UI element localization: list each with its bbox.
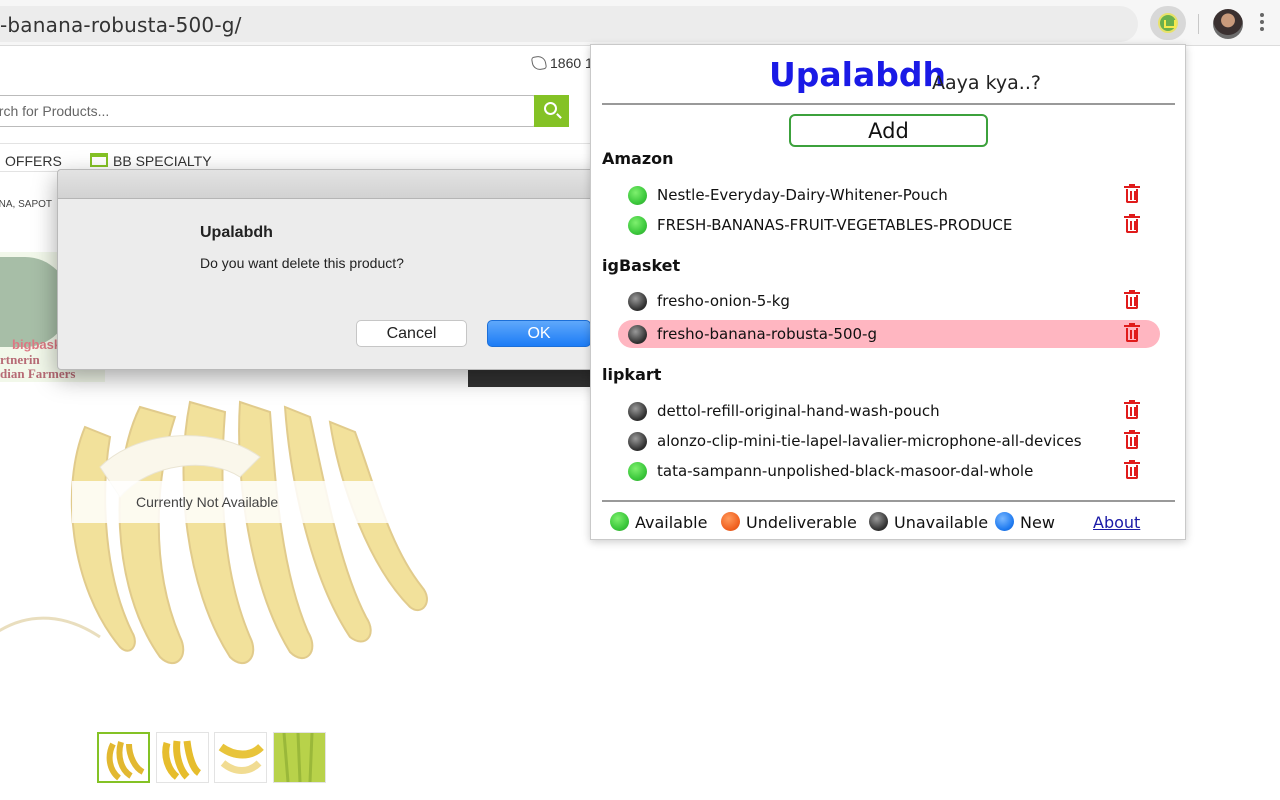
available-legend-icon: [610, 512, 629, 531]
toolbar-divider: [1198, 14, 1199, 34]
available-status-icon: [628, 216, 647, 235]
thumbnail-3[interactable]: [214, 732, 267, 783]
profile-avatar[interactable]: [1213, 9, 1243, 39]
address-bar[interactable]: -banana-robusta-500-g/: [0, 6, 1138, 42]
new-legend-icon: [995, 512, 1014, 531]
trash-icon[interactable]: [1124, 323, 1140, 343]
unavailable-status-icon: [628, 402, 647, 421]
url-text: -banana-robusta-500-g/: [0, 13, 242, 37]
section-bigbasket: igBasket: [602, 256, 681, 275]
thumbnail-4[interactable]: [273, 732, 326, 783]
trash-icon[interactable]: [1124, 400, 1140, 420]
trash-icon[interactable]: [1124, 290, 1140, 310]
dialog-titlebar[interactable]: [58, 170, 616, 199]
unavailable-legend-icon: [869, 512, 888, 531]
banana-product-image: [0, 400, 428, 664]
trash-icon[interactable]: [1124, 214, 1140, 234]
availability-banner: Currently Not Available: [72, 481, 452, 523]
popup-tagline: Aaya kya..?: [932, 72, 1041, 94]
popup-brand: Upalabdh: [769, 55, 947, 94]
availability-text: Currently Not Available: [136, 494, 279, 510]
add-to-basket-button[interactable]: [468, 367, 590, 387]
unavailable-status-icon: [628, 432, 647, 451]
phone-number: 1860 1: [530, 54, 593, 72]
product-item[interactable]: FRESH-BANANAS-FRUIT-VEGETABLES-PRODUCE: [618, 211, 1158, 239]
trash-icon[interactable]: [1124, 430, 1140, 450]
store-icon: [90, 153, 108, 167]
browser-toolbar: -banana-robusta-500-g/: [0, 0, 1280, 46]
nav-bb-specialty[interactable]: BB SPECIALTY: [90, 153, 212, 169]
trash-icon[interactable]: [1124, 184, 1140, 204]
dialog-message: Do you want delete this product?: [200, 255, 404, 271]
menu-icon[interactable]: [1260, 13, 1264, 33]
header-divider: [602, 103, 1175, 105]
upalabdh-extension-icon: [1158, 13, 1178, 33]
thumbnail-2[interactable]: [156, 732, 209, 783]
footer-divider: [602, 500, 1175, 502]
upalabdh-popup: Upalabdh Aaya kya..? Add Amazon Nestle-E…: [590, 44, 1186, 540]
section-amazon: Amazon: [602, 149, 674, 168]
thumbnail-1[interactable]: [97, 732, 150, 783]
product-item[interactable]: Nestle-Everyday-Dairy-Whitener-Pouch: [618, 181, 1158, 209]
unavailable-status-icon: [628, 325, 647, 344]
trash-icon[interactable]: [1124, 460, 1140, 480]
ok-button[interactable]: OK: [487, 320, 591, 347]
search-icon: [544, 102, 557, 115]
section-flipkart: lipkart: [602, 365, 662, 384]
available-status-icon: [628, 462, 647, 481]
dialog-title: Upalabdh: [200, 224, 273, 241]
product-item[interactable]: dettol-refill-original-hand-wash-pouch: [618, 397, 1158, 425]
cancel-button[interactable]: Cancel: [356, 320, 467, 347]
breadcrumb[interactable]: ANA, SAPOT: [0, 199, 52, 210]
product-item[interactable]: fresho-onion-5-kg: [618, 287, 1158, 315]
product-item-highlighted[interactable]: fresho-banana-robusta-500-g: [618, 320, 1160, 348]
about-link[interactable]: About: [1093, 513, 1140, 532]
add-product-button[interactable]: Add: [789, 114, 988, 147]
product-search-input[interactable]: arch for Products...: [0, 95, 535, 127]
available-status-icon: [628, 186, 647, 205]
undeliverable-legend-icon: [721, 512, 740, 531]
search-button[interactable]: [534, 95, 569, 127]
confirm-delete-dialog: Upalabdh Do you want delete this product…: [57, 169, 617, 370]
nav-divider: [0, 143, 590, 144]
product-item[interactable]: tata-sampann-unpolished-black-masoor-dal…: [618, 457, 1158, 485]
phone-icon: [530, 54, 548, 72]
unavailable-status-icon: [628, 292, 647, 311]
product-item[interactable]: alonzo-clip-mini-tie-lapel-lavalier-micr…: [618, 427, 1158, 455]
nav-offers[interactable]: OFFERS: [5, 153, 62, 169]
extension-button[interactable]: [1150, 6, 1186, 40]
